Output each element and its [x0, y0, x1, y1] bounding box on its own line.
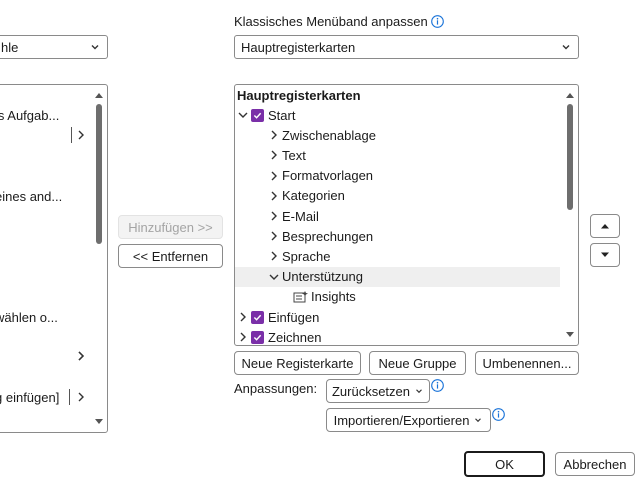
tree-item[interactable]: Sprache — [235, 246, 560, 266]
chevron-right-icon — [78, 392, 84, 402]
scrollbar-thumb[interactable] — [567, 104, 573, 210]
checkmark-icon — [253, 314, 262, 321]
tree-item[interactable]: Unterstützung — [235, 266, 560, 287]
tree-item[interactable]: Besprechungen — [235, 226, 560, 246]
ribbon-tree-scrollbar[interactable] — [563, 86, 577, 344]
tree-item-label: Besprechungen — [282, 228, 374, 244]
import-export-button[interactable]: Importieren/Exportieren — [326, 408, 491, 432]
left-commands-list[interactable]: ls Aufgab... eines and... wählen o... g … — [0, 84, 108, 433]
chevron-right-icon[interactable] — [268, 170, 280, 182]
chevron-down-icon — [562, 45, 570, 50]
left-command-combo[interactable]: hle — [0, 35, 108, 59]
tree-item-label: Kategorien — [282, 188, 345, 204]
tree-item-label: Sprache — [282, 248, 331, 264]
ribbon-combo-value: Hauptregisterkarten — [241, 39, 356, 55]
reset-button[interactable]: Zurücksetzen — [326, 379, 430, 403]
ribbon-tabs-combo[interactable]: Hauptregisterkarten — [234, 35, 579, 59]
tree-item[interactable]: Insights — [235, 287, 560, 307]
ribbon-tree[interactable]: Hauptregisterkarten Start Zwischenablage T… — [234, 84, 579, 346]
left-list-scrollbar[interactable] — [92, 86, 106, 431]
tree-item[interactable]: Text — [235, 145, 560, 165]
tree-item-label: Text — [282, 147, 306, 163]
move-down-button[interactable] — [590, 243, 620, 267]
info-icon[interactable] — [431, 379, 444, 392]
tree-item-label: Start — [268, 107, 296, 123]
tree-item-label: Einfügen — [268, 309, 320, 325]
checkbox[interactable] — [251, 330, 264, 344]
remove-button[interactable]: << Entfernen — [118, 244, 223, 268]
tree-item[interactable]: Einfügen — [235, 307, 560, 327]
new-tab-button[interactable]: Neue Registerkarte — [234, 351, 361, 375]
chevron-down-icon — [416, 389, 422, 394]
checkmark-icon — [253, 334, 262, 341]
tree-item[interactable]: Zeichnen — [235, 327, 560, 345]
checkbox[interactable] — [251, 310, 264, 324]
tree-header: Hauptregisterkarten — [237, 88, 361, 103]
tree-item[interactable]: E-Mail — [235, 206, 560, 226]
tree-item[interactable]: Zwischenablage — [235, 125, 560, 145]
cancel-button[interactable]: Abbrechen — [555, 452, 635, 476]
tree-item-label: Formatvorlagen — [282, 168, 374, 184]
info-icon[interactable] — [492, 408, 505, 421]
tree-item-label: Unterstützung — [282, 269, 363, 285]
tree-item[interactable]: Kategorien — [235, 186, 560, 206]
chevron-right-icon[interactable] — [268, 230, 280, 242]
scroll-up-arrow-icon[interactable] — [94, 90, 104, 100]
scroll-down-arrow-icon[interactable] — [565, 330, 575, 340]
scrollbar-thumb[interactable] — [96, 104, 102, 244]
chevron-down-icon[interactable] — [237, 109, 249, 121]
chevron-right-icon[interactable] — [237, 311, 249, 323]
customize-ribbon-title: Klassisches Menüband anpassen — [234, 14, 444, 29]
list-item[interactable]: g einfügen] — [0, 390, 59, 405]
chevron-down-icon — [91, 45, 99, 50]
scroll-up-arrow-icon[interactable] — [565, 90, 575, 100]
tree-item-label: Zeichnen — [268, 329, 322, 345]
info-icon[interactable] — [430, 15, 444, 28]
chevron-right-icon[interactable] — [268, 190, 280, 202]
left-combo-value: hle — [1, 39, 19, 55]
chevron-right-icon[interactable] — [268, 250, 280, 262]
chevron-right-icon[interactable] — [268, 129, 280, 141]
chevron-down-icon[interactable] — [268, 271, 280, 283]
add-button[interactable]: Hinzufügen >> — [118, 215, 223, 239]
triangle-down-icon — [601, 252, 609, 257]
add-in-icon — [293, 290, 308, 303]
chevron-right-icon[interactable] — [268, 210, 280, 222]
customizations-label: Anpassungen: — [234, 381, 318, 396]
list-item-separator — [71, 127, 72, 143]
chevron-right-icon[interactable] — [268, 149, 280, 161]
tree-item[interactable]: Formatvorlagen — [235, 166, 560, 186]
list-item[interactable]: ls Aufgab... — [0, 108, 59, 123]
checkbox[interactable] — [251, 108, 264, 122]
list-item[interactable]: eines and... — [0, 189, 62, 204]
chevron-down-icon — [475, 418, 482, 423]
tree-item[interactable]: Start — [235, 105, 560, 125]
list-item[interactable]: wählen o... — [0, 310, 58, 325]
tree-item-label: Insights — [311, 289, 356, 305]
chevron-right-icon — [78, 130, 84, 140]
triangle-up-icon — [601, 224, 609, 229]
list-item-separator — [69, 389, 70, 405]
ok-button[interactable]: OK — [464, 451, 545, 477]
scroll-down-arrow-icon[interactable] — [94, 417, 104, 427]
checkmark-icon — [253, 112, 262, 119]
move-up-button[interactable] — [590, 214, 620, 238]
chevron-right-icon[interactable] — [237, 331, 249, 343]
rename-button[interactable]: Umbenennen... — [475, 351, 579, 375]
tree-item-label: Zwischenablage — [282, 127, 376, 143]
new-group-button[interactable]: Neue Gruppe — [369, 351, 466, 375]
tree-item-label: E-Mail — [282, 208, 319, 224]
chevron-right-icon — [78, 351, 84, 361]
